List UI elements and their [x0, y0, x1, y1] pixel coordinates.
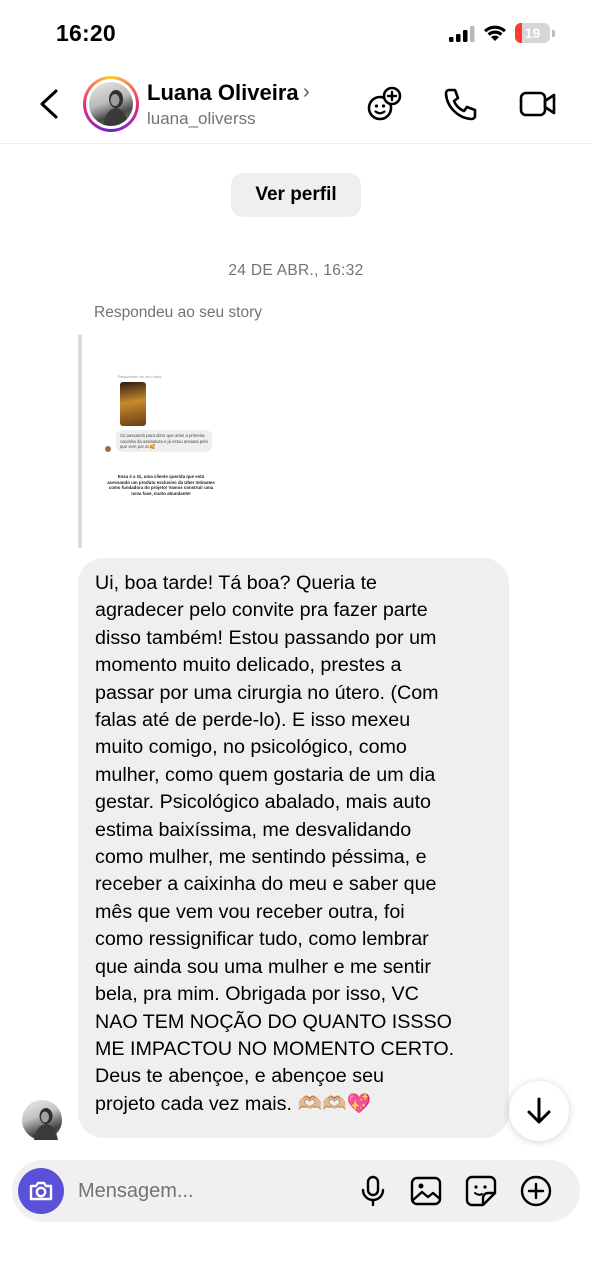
contact-username[interactable]: luana_oliverss [147, 109, 256, 129]
gallery-icon[interactable] [409, 1174, 443, 1208]
chat-header: Luana Oliveira › luana_oliverss [0, 66, 592, 144]
message-line: gestar. Psicológico abalado, mais auto [95, 791, 431, 814]
message-line: receber a caixinha do meu e saber que [95, 873, 437, 896]
message-line: disso também! Estou passando por um [95, 626, 437, 649]
message-line: passar por uma cirurgia no útero. (Com [95, 681, 439, 704]
message-line: como ressignificar tudo, como lembrar [95, 928, 429, 951]
story-reply-label: Respondeu ao seu story [94, 304, 263, 321]
message-composer [12, 1160, 580, 1222]
story-preview[interactable]: Respondeu ao seu story Só passando para … [96, 360, 226, 510]
message-line: projeto cada vez mais. 🫶🏼🫶🏼💖 [95, 1092, 371, 1115]
cellular-signal-icon [449, 26, 475, 42]
message-line: que ainda sou uma mulher e me sentir [95, 955, 431, 978]
story-reply-bar [78, 334, 82, 548]
message-line: falas até de perde-lo). E isso mexeu [95, 709, 411, 732]
message-line: agradecer pelo convite pra fazer parte [95, 599, 428, 622]
camera-button[interactable] [18, 1168, 64, 1214]
contact-avatar[interactable] [83, 76, 139, 132]
back-icon[interactable] [30, 84, 70, 124]
story-preview-avatar [105, 446, 111, 452]
message-line: ME IMPACTOU NO MOMENTO CERTO. [95, 1037, 455, 1060]
story-preview-photo [120, 382, 146, 426]
phone-icon[interactable] [440, 84, 480, 124]
sender-avatar[interactable] [22, 1100, 62, 1140]
message-timestamp: 24 DE ABR., 16:32 [228, 262, 364, 279]
wifi-icon [484, 25, 506, 41]
video-icon[interactable] [518, 84, 558, 124]
message-line: Ui, boa tarde! Tá boa? Queria te [95, 572, 377, 594]
battery-level: 19 [524, 25, 541, 41]
microphone-icon[interactable] [356, 1174, 390, 1208]
scroll-to-bottom-button[interactable] [509, 1081, 569, 1141]
message-line: mulher, como quem gostaria de um dia [95, 763, 436, 786]
message-line: estima baixíssima, me desvalidando [95, 818, 412, 841]
message-bubble[interactable]: Ui, boa tarde! Tá boa? Queria te agradec… [78, 558, 509, 1138]
message-line: muito comigo, no psicológico, como [95, 736, 407, 759]
add-story-icon[interactable] [365, 84, 405, 124]
camera-icon [29, 1181, 53, 1201]
arrow-down-icon [527, 1097, 551, 1124]
chevron-right-icon[interactable]: › [303, 81, 310, 104]
status-bar: 16:20 19 [0, 0, 592, 66]
story-preview-caption: Essa é a Gi, uma cliente querida que est… [107, 474, 215, 496]
message-input[interactable] [78, 1174, 348, 1208]
status-time: 16:20 [56, 20, 116, 46]
story-preview-message: Só passando para dizer que amei a primei… [116, 430, 212, 452]
contact-name[interactable]: Luana Oliveira [147, 80, 299, 106]
plus-icon[interactable] [519, 1174, 553, 1208]
message-line: mês que vem vou receber outra, foi [95, 900, 405, 923]
message-line: como mulher, me sentindo péssima, e [95, 846, 427, 869]
message-line: momento muito delicado, prestes a [95, 654, 402, 677]
sticker-icon[interactable] [464, 1174, 498, 1208]
battery-icon: 19 [515, 23, 555, 43]
story-preview-label: Respondeu ao seu story [118, 374, 162, 379]
view-profile-button[interactable]: Ver perfil [231, 173, 361, 217]
message-line: bela, pra mim. Obrigada por isso, VC [95, 983, 419, 1006]
message-line: NAO TEM NOÇÃO DO QUANTO ISSSO [95, 1010, 452, 1033]
message-line: Deus te abençoe, e abençoe seu [95, 1065, 384, 1088]
